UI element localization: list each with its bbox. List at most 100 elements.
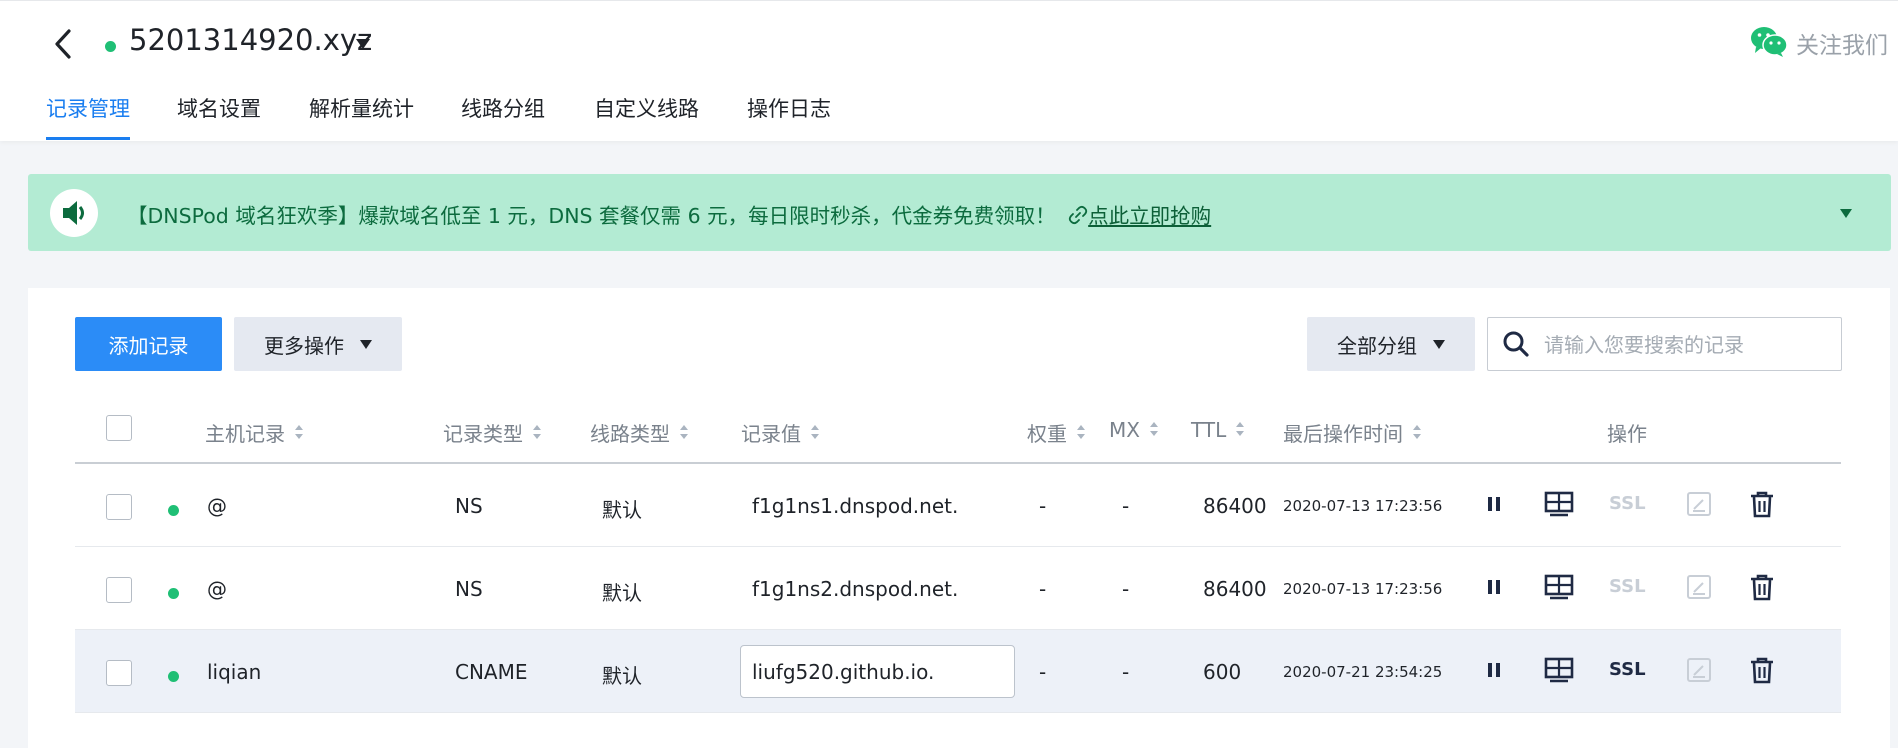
cell-type: NS bbox=[455, 494, 483, 518]
edit-note-icon[interactable] bbox=[1686, 657, 1712, 687]
promo-message: 【DNSPod 域名狂欢季】爆款域名低至 1 元，DNS 套餐仅需 6 元，每日… bbox=[127, 204, 1056, 228]
row-checkbox[interactable] bbox=[106, 577, 132, 603]
add-record-button[interactable]: 添加记录 bbox=[75, 317, 222, 371]
col-host[interactable]: 主机记录 bbox=[205, 418, 303, 447]
col-ttl-label: TTL bbox=[1191, 418, 1227, 442]
group-filter-select[interactable]: 全部分组 bbox=[1307, 317, 1475, 371]
tab-domain-settings[interactable]: 域名设置 bbox=[177, 93, 261, 123]
select-all-checkbox[interactable] bbox=[106, 415, 132, 441]
cell-ttl: 86400 bbox=[1203, 577, 1267, 601]
sort-icon bbox=[680, 424, 688, 441]
col-mx[interactable]: MX bbox=[1109, 418, 1158, 442]
sort-icon bbox=[533, 424, 541, 441]
ssl-button[interactable]: SSL bbox=[1609, 576, 1646, 597]
edit-note-icon[interactable] bbox=[1686, 574, 1712, 604]
promo-text: 【DNSPod 域名狂欢季】爆款域名低至 1 元，DNS 套餐仅需 6 元，每日… bbox=[127, 199, 1211, 230]
edit-note-icon[interactable] bbox=[1686, 491, 1712, 521]
cell-line: 默认 bbox=[602, 664, 642, 688]
col-line-label: 线路类型 bbox=[590, 422, 670, 446]
col-type[interactable]: 记录类型 bbox=[443, 418, 541, 447]
group-filter-label: 全部分组 bbox=[1337, 333, 1417, 358]
trash-icon[interactable] bbox=[1749, 656, 1775, 688]
pause-icon[interactable] bbox=[1486, 660, 1502, 684]
row-checkbox[interactable] bbox=[106, 494, 132, 520]
search-box[interactable] bbox=[1487, 317, 1842, 371]
dropdown-caret-icon bbox=[1433, 339, 1445, 349]
cell-type: CNAME bbox=[455, 660, 528, 684]
dropdown-caret-icon bbox=[360, 339, 372, 349]
cell-host: @ bbox=[207, 494, 227, 518]
cell-line: 默认 bbox=[602, 581, 642, 605]
back-arrow-icon[interactable] bbox=[48, 27, 80, 61]
monitor-icon[interactable] bbox=[1544, 657, 1574, 687]
more-actions-label: 更多操作 bbox=[264, 333, 344, 358]
pause-icon[interactable] bbox=[1486, 494, 1502, 518]
cell-time: 2020-07-13 17:23:56 bbox=[1283, 580, 1443, 598]
ssl-button[interactable]: SSL bbox=[1609, 493, 1646, 514]
active-tab-indicator bbox=[46, 137, 130, 140]
col-value[interactable]: 记录值 bbox=[741, 418, 819, 447]
tab-operation-log[interactable]: 操作日志 bbox=[747, 93, 831, 123]
follow-us-label: 关注我们 bbox=[1796, 33, 1888, 59]
col-weight-label: 权重 bbox=[1027, 422, 1067, 446]
sort-icon bbox=[1236, 422, 1245, 438]
cell-weight: - bbox=[1039, 577, 1047, 601]
cell-mx: - bbox=[1122, 494, 1130, 518]
monitor-icon[interactable] bbox=[1544, 574, 1574, 604]
cell-host: liqian bbox=[207, 660, 262, 684]
ssl-button[interactable]: SSL bbox=[1609, 659, 1646, 680]
row-checkbox[interactable] bbox=[106, 660, 132, 686]
cell-ttl: 86400 bbox=[1203, 494, 1267, 518]
col-type-label: 记录类型 bbox=[443, 422, 523, 446]
chevron-down-icon[interactable] bbox=[1840, 209, 1852, 218]
domain-status-dot bbox=[105, 41, 116, 52]
trash-icon[interactable] bbox=[1749, 573, 1775, 605]
pause-icon[interactable] bbox=[1486, 577, 1502, 601]
tab-resolution-stats[interactable]: 解析量统计 bbox=[309, 93, 414, 123]
speaker-icon bbox=[50, 189, 98, 237]
trash-icon[interactable] bbox=[1749, 490, 1775, 522]
sort-icon bbox=[811, 424, 819, 441]
cell-mx: - bbox=[1122, 660, 1130, 684]
wechat-icon bbox=[1750, 25, 1788, 61]
more-actions-button[interactable]: 更多操作 bbox=[234, 317, 402, 371]
follow-us-link[interactable]: 关注我们 bbox=[1750, 25, 1888, 61]
search-icon[interactable] bbox=[1502, 330, 1530, 362]
cell-host: @ bbox=[207, 577, 227, 601]
search-input[interactable] bbox=[1542, 328, 1834, 362]
tab-line-groups[interactable]: 线路分组 bbox=[461, 93, 545, 123]
add-record-label: 添加记录 bbox=[108, 333, 189, 358]
sort-icon bbox=[295, 424, 303, 441]
col-actions-label: 操作 bbox=[1607, 422, 1647, 446]
cell-time: 2020-07-21 23:54:25 bbox=[1283, 663, 1443, 681]
page-header: 5201314920.xyz 关注我们 记录管理 域名设置 解析量统计 线路分组… bbox=[0, 0, 1898, 141]
col-actions: 操作 bbox=[1607, 418, 1647, 447]
promo-link[interactable]: 点此立即抢购 bbox=[1088, 204, 1211, 228]
sort-icon bbox=[1149, 422, 1158, 438]
tab-records[interactable]: 记录管理 bbox=[46, 93, 130, 123]
record-status-dot bbox=[168, 505, 179, 516]
col-last-modified-label: 最后操作时间 bbox=[1283, 422, 1403, 446]
col-last-modified[interactable]: 最后操作时间 bbox=[1283, 418, 1421, 447]
cell-weight: - bbox=[1039, 494, 1047, 518]
cell-ttl: 600 bbox=[1203, 660, 1242, 684]
col-mx-label: MX bbox=[1109, 418, 1140, 442]
col-line[interactable]: 线路类型 bbox=[590, 418, 688, 447]
cell-value[interactable]: liufg520.github.io. bbox=[752, 660, 934, 684]
col-value-label: 记录值 bbox=[741, 422, 801, 446]
cell-value[interactable]: f1g1ns1.dnspod.net. bbox=[752, 494, 958, 518]
col-ttl[interactable]: TTL bbox=[1191, 418, 1245, 442]
link-icon bbox=[1068, 205, 1088, 230]
cell-type: NS bbox=[455, 577, 483, 601]
domain-title: 5201314920.xyz bbox=[129, 23, 373, 57]
cell-value[interactable]: f1g1ns2.dnspod.net. bbox=[752, 577, 958, 601]
record-status-dot bbox=[168, 588, 179, 599]
col-weight[interactable]: 权重 bbox=[1027, 418, 1085, 447]
record-status-dot bbox=[168, 671, 179, 682]
cell-time: 2020-07-13 17:23:56 bbox=[1283, 497, 1443, 515]
tab-custom-lines[interactable]: 自定义线路 bbox=[594, 93, 699, 123]
sort-icon bbox=[1077, 424, 1085, 441]
sort-icon bbox=[1413, 424, 1421, 441]
chevron-down-icon[interactable] bbox=[356, 39, 370, 49]
monitor-icon[interactable] bbox=[1544, 491, 1574, 521]
